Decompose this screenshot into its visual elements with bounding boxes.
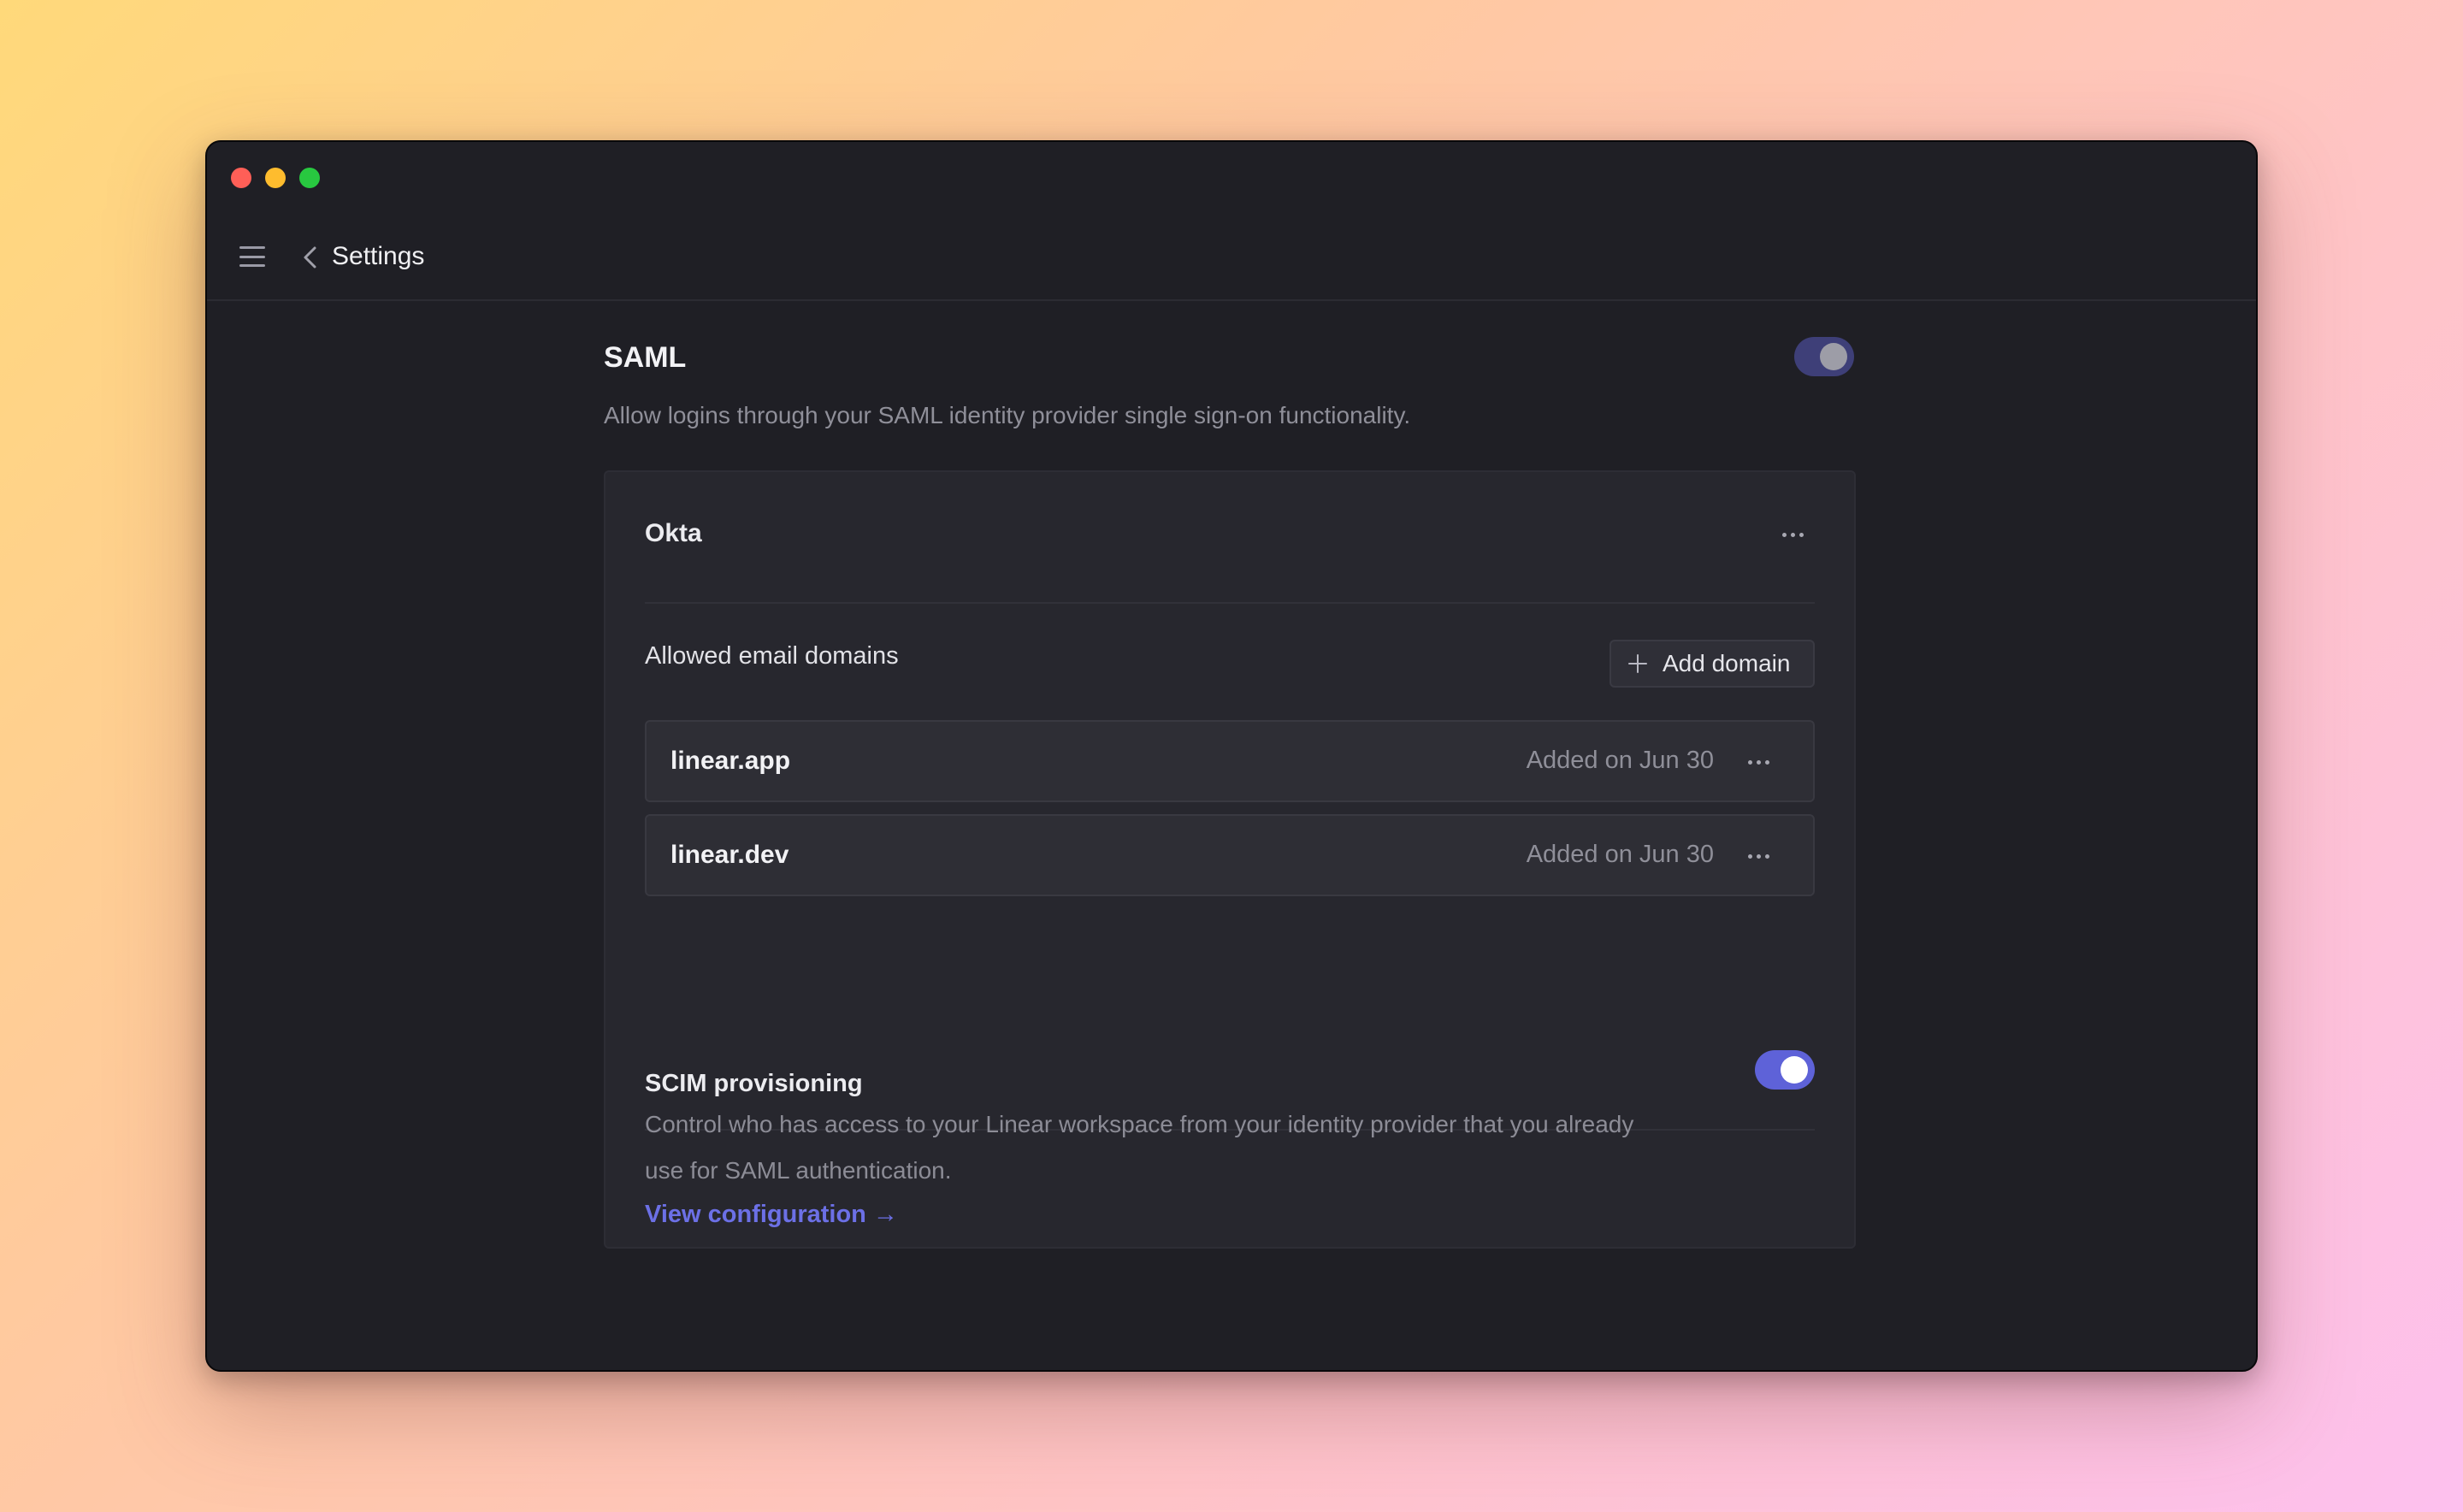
- domain-name: linear.app: [670, 747, 791, 775]
- scim-title: SCIM provisioning: [645, 1070, 863, 1097]
- add-domain-label: Add domain: [1663, 650, 1791, 676]
- close-window-button[interactable]: [231, 168, 251, 188]
- domain-row: linear.dev Added on Jun 30: [645, 814, 1815, 896]
- menu-icon[interactable]: [239, 246, 265, 267]
- allowed-domains-label: Allowed email domains: [645, 642, 899, 670]
- scim-description: Control who has access to your Linear wo…: [645, 1111, 1634, 1184]
- window-controls: [231, 168, 320, 188]
- identity-provider-card: Okta Allowed email domains Add domain li…: [604, 470, 1856, 1249]
- domain-row: linear.app Added on Jun 30: [645, 720, 1815, 802]
- divider: [645, 602, 1815, 604]
- zoom-window-button[interactable]: [299, 168, 320, 188]
- saml-toggle[interactable]: [1794, 337, 1854, 376]
- saml-description: Allow logins through your SAML identity …: [604, 402, 1411, 428]
- saml-title: SAML: [604, 341, 687, 374]
- minimize-window-button[interactable]: [265, 168, 286, 188]
- app-window: Settings SAML Allow logins through your …: [205, 140, 2258, 1372]
- add-domain-button[interactable]: Add domain: [1610, 640, 1815, 688]
- top-bar: Settings: [207, 224, 2256, 301]
- domain-more-icon[interactable]: [1739, 749, 1777, 775]
- scim-toggle-knob: [1781, 1056, 1808, 1084]
- chevron-left-icon[interactable]: [298, 243, 323, 272]
- view-configuration-link[interactable]: View configuration →: [645, 1196, 898, 1233]
- page-title: Settings: [332, 242, 425, 270]
- provider-more-icon[interactable]: [1774, 522, 1811, 547]
- domain-added-date: Added on Jun 30: [1526, 747, 1714, 774]
- domain-added-date: Added on Jun 30: [1526, 841, 1714, 868]
- plus-icon: [1628, 654, 1647, 673]
- provider-name: Okta: [645, 519, 702, 547]
- domain-more-icon[interactable]: [1739, 843, 1777, 869]
- domain-name: linear.dev: [670, 841, 789, 869]
- saml-toggle-knob: [1820, 343, 1847, 370]
- scim-toggle[interactable]: [1755, 1050, 1815, 1090]
